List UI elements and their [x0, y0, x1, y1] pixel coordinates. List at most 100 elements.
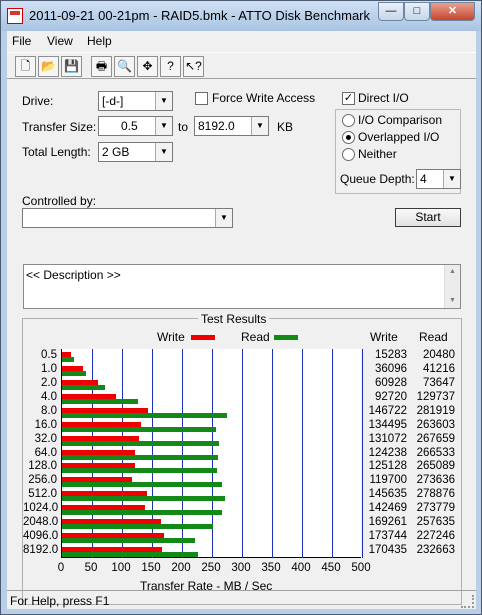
print-preview-icon: 🔍 — [117, 59, 132, 73]
total-length-label: Total Length: — [22, 145, 91, 159]
help-button[interactable]: ? — [160, 56, 181, 77]
write-value: 142469 — [368, 502, 407, 515]
write-value: 15283 — [375, 349, 407, 361]
neither-radio[interactable] — [342, 148, 355, 161]
controlled-by-select[interactable]: ▼ — [22, 208, 233, 228]
kb-label: KB — [277, 120, 294, 134]
force-write-access-label: Force Write Access — [212, 91, 316, 105]
chevron-down-icon: ▼ — [155, 143, 172, 161]
read-value: 281919 — [416, 404, 455, 417]
test-results-group: Test Results Write Read Write Read 0.5 1.… — [22, 312, 462, 605]
app-icon — [7, 8, 23, 24]
print-button[interactable]: 🖶 — [91, 56, 112, 77]
drive-select[interactable]: [-d-] ▼ — [98, 91, 173, 111]
queue-depth-label: Queue Depth: — [340, 172, 415, 186]
resize-grip-icon[interactable] — [461, 595, 474, 608]
read-bar — [62, 524, 213, 530]
y-tick-label: 512.0 — [28, 488, 57, 501]
read-bar — [62, 426, 217, 432]
x-tick-label: 200 — [171, 562, 191, 574]
gridline — [242, 349, 243, 558]
status-bar: For Help, press F1 — [7, 590, 476, 609]
minimize-button[interactable]: — — [378, 2, 404, 21]
read-bar — [62, 440, 219, 446]
overlapped-io-radio[interactable] — [342, 131, 355, 144]
save-icon: 💾 — [64, 59, 79, 73]
force-write-access-checkbox[interactable] — [195, 92, 208, 105]
transfer-from-select[interactable]: 0.5 ▼ — [98, 116, 173, 136]
read-bar — [62, 468, 218, 474]
read-value: 232663 — [416, 544, 455, 557]
write-value: 145635 — [368, 488, 407, 501]
write-value: 125128 — [368, 460, 407, 473]
description-scrollbar[interactable]: ▲ ▼ — [444, 265, 460, 308]
drive-label: Drive: — [22, 94, 54, 108]
total-length-select[interactable]: 2 GB ▼ — [98, 142, 173, 162]
open-button[interactable]: 📂 — [38, 56, 59, 77]
x-tick-label: 300 — [231, 562, 251, 574]
legend-read-swatch — [274, 335, 298, 340]
y-tick-label: 8192.0 — [23, 544, 59, 557]
write-value: 124238 — [368, 446, 407, 459]
close-button[interactable]: ✕ — [430, 2, 475, 21]
x-tick-label: 500 — [351, 562, 371, 574]
x-tick-label: 100 — [111, 562, 131, 574]
read-bar — [62, 357, 74, 362]
chart-plot-area — [61, 349, 363, 558]
x-tick-label: 50 — [84, 562, 98, 574]
toolbar: 🗋 📂 💾 🖶 🔍 ✥ ? ↖? — [7, 52, 476, 79]
column-head-read: Read — [419, 330, 448, 344]
y-tick-label: 32.0 — [34, 432, 57, 445]
client-area: File View Help 🗋 📂 💾 🖶 🔍 ✥ ? ↖? Drive: [… — [7, 31, 476, 609]
x-tick-label: 400 — [291, 562, 311, 574]
menu-file[interactable]: File — [12, 34, 31, 48]
start-button[interactable]: Start — [395, 208, 461, 227]
read-value: 263603 — [416, 418, 455, 431]
maximize-button[interactable]: □ — [404, 2, 430, 21]
transfer-to-select[interactable]: 8192.0 ▼ — [194, 116, 269, 136]
new-button[interactable]: 🗋 — [15, 56, 36, 77]
y-tick-label: 4096.0 — [23, 530, 59, 543]
description-text: << Description >> — [26, 268, 121, 282]
y-tick-label: 1.0 — [41, 362, 57, 375]
x-tick-label: 350 — [261, 562, 281, 574]
y-tick-label: 128.0 — [28, 460, 57, 473]
y-tick-label: 2048.0 — [23, 516, 59, 529]
io-comparison-label: I/O Comparison — [358, 113, 443, 127]
x-tick-label: 0 — [57, 562, 65, 574]
write-value: 131072 — [368, 432, 407, 445]
read-value: 73647 — [423, 376, 455, 389]
write-value: 146722 — [368, 404, 407, 417]
read-value: 267659 — [416, 432, 455, 445]
move-icon: ✥ — [142, 59, 153, 73]
app-window: 2011-09-21 00-21pm - RAID5.bmk - ATTO Di… — [0, 0, 482, 615]
y-tick-label: 1024.0 — [23, 502, 59, 515]
move-button[interactable]: ✥ — [137, 56, 158, 77]
write-value: 36096 — [375, 362, 407, 375]
menu-bar: File View Help — [7, 31, 476, 51]
write-value: 169261 — [368, 516, 407, 529]
direct-io-checkbox[interactable]: ✓ — [342, 92, 355, 105]
io-comparison-radio[interactable] — [342, 114, 355, 127]
transfer-from-value: 0.5 — [121, 119, 138, 133]
menu-view[interactable]: View — [47, 34, 73, 48]
chevron-down-icon: ▼ — [215, 209, 232, 227]
title-bar[interactable]: 2011-09-21 00-21pm - RAID5.bmk - ATTO Di… — [1, 1, 481, 31]
read-bar — [62, 412, 228, 418]
read-value: 265089 — [416, 460, 455, 473]
y-tick-label: 8.0 — [41, 404, 57, 417]
description-box[interactable]: << Description >> ▲ ▼ — [23, 264, 461, 309]
legend-write-swatch — [191, 335, 215, 340]
read-bar — [62, 482, 223, 488]
read-value: 266533 — [416, 446, 455, 459]
legend-write-label: Write — [157, 330, 185, 344]
queue-depth-select[interactable]: 4 ▼ — [416, 169, 461, 189]
print-preview-button[interactable]: 🔍 — [114, 56, 135, 77]
total-length-value: 2 GB — [102, 145, 130, 159]
context-help-button[interactable]: ↖? — [183, 56, 204, 77]
y-tick-label: 16.0 — [34, 418, 57, 431]
menu-help[interactable]: Help — [87, 34, 112, 48]
chevron-down-icon: ▼ — [155, 92, 172, 110]
save-button[interactable]: 💾 — [61, 56, 82, 77]
read-value: 227246 — [416, 530, 455, 543]
